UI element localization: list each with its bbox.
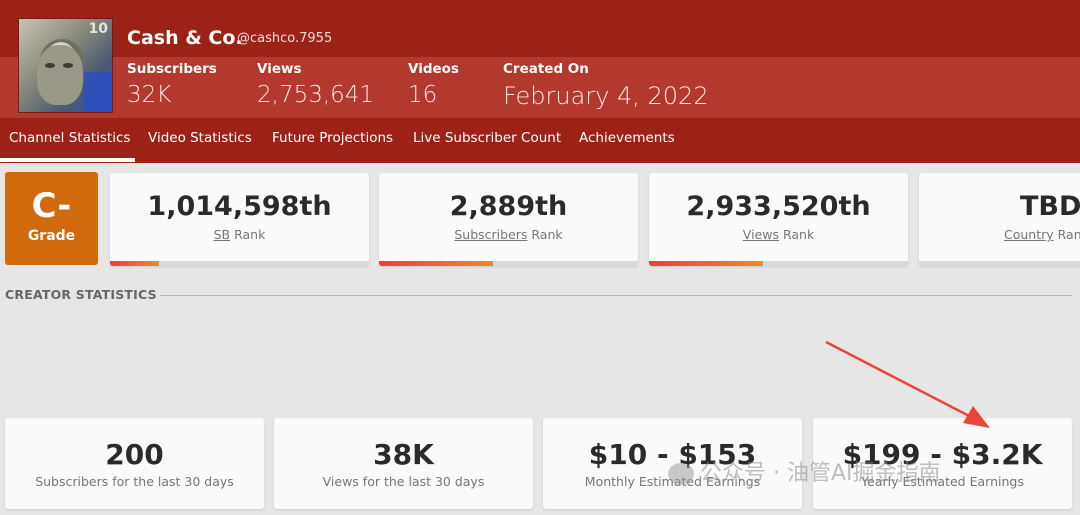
- channel-name[interactable]: Cash & Co.: [127, 27, 243, 49]
- stat-label: Subscribers: [127, 61, 217, 77]
- grade-value: C-: [31, 186, 72, 226]
- rank-caption: Country Rank: [1004, 227, 1080, 242]
- rank-card-sb: 1,014,598th SB Rank: [110, 173, 369, 266]
- avatar-blue-strip: [84, 72, 112, 112]
- stat-label: Created On: [503, 61, 589, 77]
- rank-link[interactable]: Views: [743, 227, 779, 242]
- annotation-arrow-line: [825, 340, 976, 421]
- creator-stat-card: 200 Subscribers for the last 30 days: [5, 418, 264, 509]
- rank-value: TBD: [1020, 191, 1080, 222]
- rank-value: 2,933,520th: [686, 191, 871, 222]
- rank-value: 2,889th: [449, 191, 568, 222]
- stat-value: February 4, 2022: [503, 82, 709, 110]
- tab-channel-statistics[interactable]: Channel Statistics: [9, 130, 130, 146]
- rank-value: 1,014,598th: [147, 191, 332, 222]
- avatar-eye: [45, 63, 55, 68]
- avatar-face: [37, 45, 83, 105]
- rank-link[interactable]: Subscribers: [454, 227, 527, 242]
- stat-value: 32K: [127, 82, 172, 108]
- rank-card-views: 2,933,520th Views Rank: [649, 173, 908, 266]
- watermark-text: 公众号 · 油管AI掘金指南: [700, 461, 941, 486]
- creator-stat-label: Views for the last 30 days: [322, 474, 485, 489]
- grade-label: Grade: [27, 228, 76, 244]
- rank-suffix: Rank: [778, 227, 815, 242]
- stat-videos: Videos 16: [408, 61, 459, 108]
- stat-label: Videos: [408, 61, 459, 77]
- rank-link[interactable]: SB: [214, 227, 231, 242]
- stat-label: Views: [257, 61, 302, 77]
- rank-suffix: Rank: [527, 227, 563, 242]
- avatar-eye: [63, 63, 73, 68]
- section-title: CREATOR STATISTICS: [5, 287, 157, 302]
- tab-future-projections[interactable]: Future Projections: [272, 130, 393, 146]
- stat-subscribers: Subscribers 32K: [127, 61, 217, 108]
- rank-card-country: TBD Country Rank: [919, 173, 1080, 266]
- wechat-icon: [668, 463, 694, 485]
- rank-link[interactable]: Country: [1004, 227, 1054, 242]
- rank-bar-fill: [379, 261, 493, 266]
- rank-suffix: Rank: [1057, 227, 1080, 242]
- rank-bar-fill: [649, 261, 763, 266]
- rank-card-subscribers: 2,889th Subscribers Rank: [379, 173, 638, 266]
- grade-badge: C- Grade: [5, 172, 98, 265]
- stat-created-on: Created On February 4, 2022: [503, 61, 709, 110]
- section-divider: [160, 295, 1072, 296]
- channel-handle[interactable]: @cashco.7955: [237, 31, 332, 46]
- channel-avatar[interactable]: 10: [18, 18, 113, 113]
- watermark: 公众号 · 油管AI掘金指南: [668, 455, 941, 487]
- creator-stat-value: 200: [105, 438, 164, 471]
- stat-value: 2,753,641: [257, 82, 375, 108]
- rank-caption: SB Rank: [110, 227, 369, 242]
- creator-stat-card: 38K Views for the last 30 days: [274, 418, 533, 509]
- rank-bar-fill: [110, 261, 160, 266]
- tab-live-subscriber-count[interactable]: Live Subscriber Count: [413, 130, 561, 146]
- tab-video-statistics[interactable]: Video Statistics: [148, 130, 252, 146]
- stat-views: Views 2,753,641: [257, 61, 374, 108]
- creator-stat-label: Subscribers for the last 30 days: [35, 474, 234, 489]
- stat-value: 16: [408, 82, 438, 108]
- rank-suffix: Rank: [230, 227, 266, 242]
- tab-achievements[interactable]: Achievements: [579, 130, 675, 146]
- rank-caption: Subscribers Rank: [379, 227, 638, 242]
- rank-caption: Views Rank: [649, 227, 908, 242]
- creator-stat-value: 38K: [373, 438, 434, 471]
- rank-bar-track: [919, 261, 1080, 266]
- active-tab-indicator: [0, 158, 135, 162]
- avatar-digits: 10: [88, 21, 108, 37]
